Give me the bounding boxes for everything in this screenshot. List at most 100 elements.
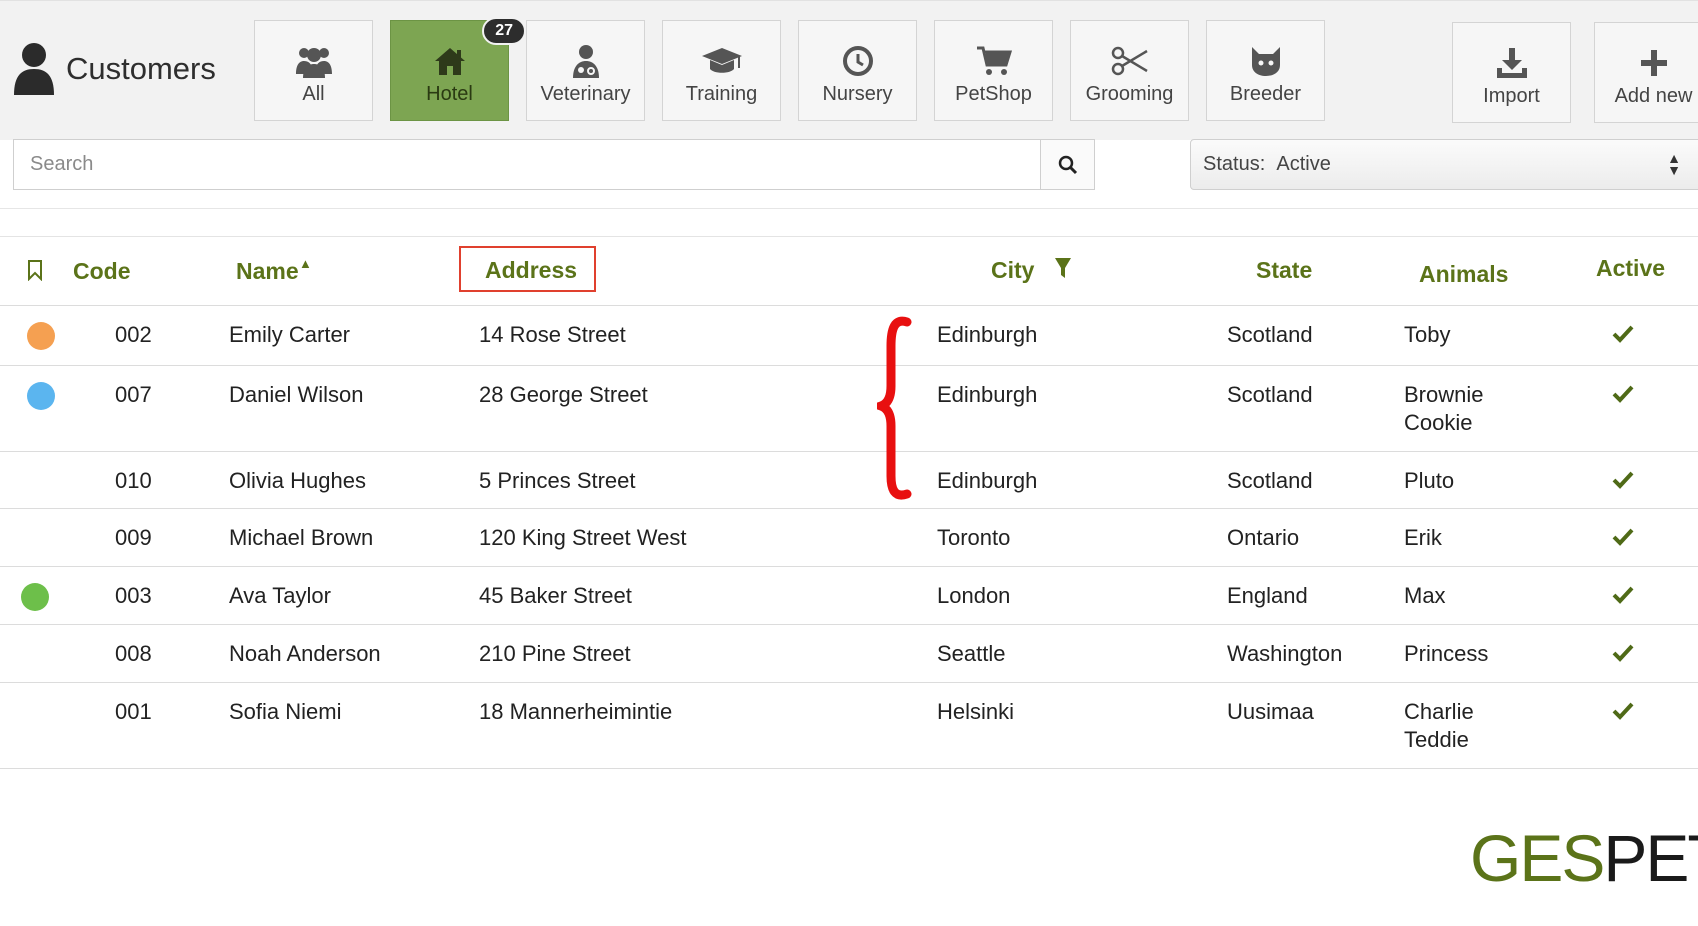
page-title: Customers — [66, 51, 216, 86]
active-check-icon — [1612, 325, 1634, 343]
scissors-icon — [1108, 43, 1152, 79]
table-row[interactable]: 002 Emily Carter 14 Rose Street Edinburgh Sc… — [0, 306, 1698, 366]
cell-city: London — [937, 583, 1011, 608]
cell-address: 5 Princes Street — [479, 468, 636, 493]
tab-petshop[interactable]: PetShop — [934, 20, 1053, 121]
color-tag-dot — [27, 382, 55, 410]
column-header-city[interactable]: City — [991, 257, 1034, 284]
app-header: Customers — [12, 41, 216, 97]
cell-state: Scotland — [1227, 322, 1313, 347]
cell-name: Ava Taylor — [229, 583, 331, 608]
search-button[interactable] — [1040, 140, 1094, 189]
tab-hotel[interactable]: 27 Hotel — [390, 17, 526, 121]
cell-name: Michael Brown — [229, 525, 374, 550]
graduation-cap-icon — [700, 43, 744, 79]
table-row[interactable]: 007 Daniel Wilson 28 George Street Edinburg… — [0, 366, 1698, 452]
search-input[interactable] — [14, 140, 1040, 189]
table-row[interactable]: 008 Noah Anderson 210 Pine Street Seattle Wa… — [0, 625, 1698, 683]
plus-icon — [1632, 45, 1676, 81]
cell-city: Seattle — [937, 641, 1006, 666]
cell-state: Scotland — [1227, 468, 1313, 493]
cell-state: Uusimaa — [1227, 699, 1314, 724]
cell-address: 18 Mannerheimintie — [479, 699, 673, 724]
table-row[interactable]: 003 Ava Taylor 45 Baker Street London Englan… — [0, 567, 1698, 625]
cell-animal: Pluto — [1404, 468, 1455, 493]
active-check-icon — [1612, 586, 1634, 604]
cell-name: Emily Carter — [229, 322, 351, 347]
cell-address: 28 George Street — [479, 382, 648, 407]
column-header-address[interactable]: Address — [485, 257, 577, 284]
tab-grooming[interactable]: Grooming — [1070, 20, 1189, 121]
column-header-state[interactable]: State — [1256, 257, 1312, 284]
cell-name: Daniel Wilson — [229, 382, 364, 407]
tab-label: Training — [685, 83, 758, 105]
active-check-icon — [1612, 702, 1634, 720]
tab-training[interactable]: Training — [662, 20, 781, 121]
cart-icon — [972, 43, 1016, 79]
column-header-animals[interactable]: Animals — [1419, 261, 1508, 288]
cell-animal: Erik — [1404, 525, 1442, 550]
cat-icon — [1244, 43, 1288, 79]
cell-state: Ontario — [1227, 525, 1300, 550]
import-button[interactable]: Import — [1452, 22, 1571, 123]
tab-breeder[interactable]: Breeder — [1206, 20, 1325, 121]
tab-all[interactable]: All — [254, 20, 373, 121]
status-filter-select[interactable]: Status: Active ▲ ▼ — [1190, 139, 1698, 190]
users-icon — [292, 43, 336, 79]
cell-city: Edinburgh — [937, 382, 1038, 407]
status-filter-value: Active — [1276, 153, 1331, 175]
color-tag-dot — [21, 583, 49, 611]
cell-state: Washington — [1227, 641, 1343, 666]
cell-code: 009 — [115, 525, 152, 550]
cell-code: 003 — [115, 583, 152, 608]
divider — [0, 208, 1698, 209]
cell-code: 007 — [115, 382, 152, 407]
table-row[interactable]: 009 Michael Brown 120 King Street West Toro… — [0, 509, 1698, 567]
doctor-icon — [564, 43, 608, 79]
cell-city: Edinburgh — [937, 322, 1038, 347]
filter-icon[interactable] — [1054, 257, 1072, 279]
table-row[interactable]: 010 Olivia Hughes 5 Princes Street Edinburg… — [0, 452, 1698, 509]
tab-nursery[interactable]: Nursery — [798, 20, 917, 121]
table-header: Code Name ▲ Address City State Animals A… — [0, 236, 1698, 306]
user-icon — [14, 43, 54, 95]
tab-label: Nursery — [822, 83, 893, 105]
cell-code: 010 — [115, 468, 152, 493]
tab-label: Breeder — [1229, 83, 1302, 105]
cell-animal: Princess — [1404, 641, 1489, 666]
color-tag-dot — [27, 322, 55, 350]
logo-part-pet: PET — [1603, 821, 1698, 895]
cell-name: Noah Anderson — [229, 641, 381, 666]
cell-address: 120 King Street West — [479, 525, 687, 550]
cell-address: 210 Pine Street — [479, 641, 631, 666]
tab-label: Veterinary — [540, 83, 631, 105]
table-body: 002 Emily Carter 14 Rose Street Edinburgh Sc… — [0, 306, 1698, 769]
logo-part-ges: GES — [1470, 821, 1605, 895]
cell-state: England — [1227, 583, 1308, 608]
brace-annotation — [877, 316, 912, 500]
tab-label: PetShop — [955, 83, 1032, 105]
table-row[interactable]: 001 Sofia Niemi 18 Mannerheimintie Helsinki… — [0, 683, 1698, 769]
column-header-code[interactable]: Code — [73, 258, 131, 285]
active-check-icon — [1612, 471, 1634, 489]
active-check-icon — [1612, 528, 1634, 546]
status-filter-label: Status: — [1203, 153, 1266, 175]
cell-city: Helsinki — [937, 699, 1015, 724]
cell-animal: Toby — [1404, 322, 1451, 347]
add-new-button[interactable]: Add new — [1594, 22, 1698, 123]
cell-animal: Teddie — [1404, 727, 1469, 752]
bookmark-icon[interactable] — [27, 259, 43, 281]
select-arrows-icon: ▲ ▼ — [1667, 150, 1681, 178]
column-header-name[interactable]: Name — [236, 258, 299, 285]
import-label: Import — [1483, 85, 1540, 107]
tab-label: Grooming — [1085, 83, 1174, 105]
clock-icon — [836, 43, 880, 79]
column-header-active[interactable]: Active — [1596, 255, 1665, 282]
search-bar — [13, 139, 1095, 190]
cell-city: Toronto — [937, 525, 1011, 550]
active-check-icon — [1612, 644, 1634, 662]
customers-table: Code Name ▲ Address City State Animals A… — [0, 236, 1698, 769]
tab-veterinary[interactable]: Veterinary — [526, 20, 645, 121]
cell-animal: Cookie — [1404, 410, 1473, 435]
cell-code: 002 — [115, 322, 152, 347]
